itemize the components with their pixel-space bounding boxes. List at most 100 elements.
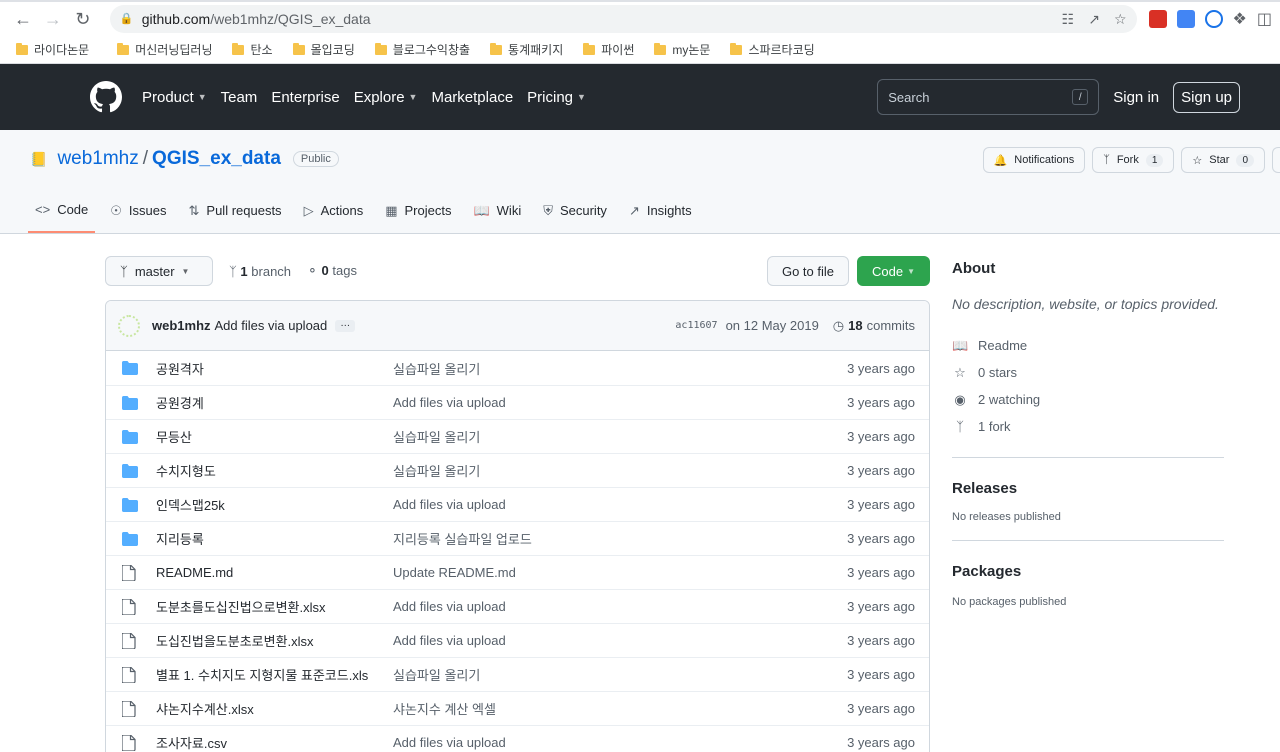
bookmark-star-icon[interactable]: ☆	[1114, 11, 1127, 28]
folder-icon	[122, 463, 140, 478]
repo-name-link[interactable]: QGIS_ex_data	[152, 148, 281, 170]
bookmark-folder[interactable]: 블로그수익창출	[367, 39, 478, 60]
file-name-link[interactable]: 샤논지수계산.xlsx	[156, 699, 393, 718]
star-dropdown-button[interactable]	[1272, 147, 1280, 173]
bookmark-label: 라이다논문	[34, 43, 90, 57]
file-commit-message[interactable]: Add files via upload	[393, 735, 847, 750]
file-commit-message[interactable]: Add files via upload	[393, 599, 847, 614]
bookmark-folder[interactable]: 라이다논문	[8, 39, 97, 60]
tab-actions[interactable]: ▷ Actions	[297, 202, 371, 233]
branch-name: master	[134, 263, 175, 279]
back-icon[interactable]: ←	[8, 4, 38, 34]
forks-link[interactable]: ᛉ 1 fork	[952, 413, 1224, 440]
file-name-link[interactable]: 별표 1. 수치지도 지형지물 표준코드.xls	[156, 665, 393, 684]
go-to-file-button[interactable]: Go to file	[766, 256, 849, 286]
avatar[interactable]	[118, 314, 140, 337]
tab-pull-requests[interactable]: ⇅ Pull requests	[182, 202, 289, 233]
bookmark-folder[interactable]: 파이썬	[575, 39, 642, 60]
search-input[interactable]: Search /	[877, 79, 1100, 115]
tab-label: Issues	[128, 203, 167, 218]
commit-author[interactable]: web1mhz	[152, 318, 211, 333]
commit-expand-button[interactable]: …	[335, 318, 356, 332]
file-name-link[interactable]: 무등산	[156, 427, 393, 446]
bookmark-folder[interactable]: 몰입코딩	[285, 39, 363, 60]
nav-enterprise[interactable]: Enterprise	[271, 89, 339, 106]
file-name-link[interactable]: 도분초를도십진법으로변환.xlsx	[156, 597, 393, 616]
file-name-link[interactable]: README.md	[156, 565, 393, 580]
share-icon[interactable]: ↗	[1088, 11, 1100, 28]
packages-title[interactable]: Packages	[952, 563, 1224, 580]
releases-title[interactable]: Releases	[952, 480, 1224, 497]
nav-pricing[interactable]: Pricing ▼	[527, 89, 586, 106]
file-age: 3 years ago	[847, 429, 915, 444]
file-name-link[interactable]: 조사자료.csv	[156, 733, 393, 752]
file-commit-message[interactable]: 실습파일 올리기	[393, 461, 847, 480]
sign-up-button[interactable]: Sign up	[1173, 81, 1240, 113]
file-commit-message[interactable]: 지리등록 실습파일 업로드	[393, 529, 847, 548]
tab-insights[interactable]: ↗ Insights	[622, 202, 699, 233]
file-commit-message[interactable]: 실습파일 올리기	[393, 427, 847, 446]
tab-code[interactable]: <> Code	[28, 202, 96, 233]
nav-product[interactable]: Product ▼	[142, 89, 207, 106]
watchers-link[interactable]: ◉ 2 watching	[952, 386, 1224, 413]
stars-link[interactable]: ☆ 0 stars	[952, 359, 1224, 386]
branches-link[interactable]: ᛉ 1 branch	[229, 264, 291, 279]
nav-label: Pricing	[527, 88, 574, 106]
side-panel-icon[interactable]: ◫	[1257, 9, 1272, 29]
file-name-link[interactable]: 공원경계	[156, 393, 393, 412]
file-name-link[interactable]: 지리등록	[156, 529, 393, 548]
commits-link[interactable]: ◷ 18 commits	[833, 318, 915, 334]
nav-team[interactable]: Team	[221, 89, 258, 106]
file-commit-message[interactable]: 실습파일 올리기	[393, 665, 847, 684]
file-commit-message[interactable]: Update README.md	[393, 565, 847, 580]
tab-label: Code	[57, 202, 89, 217]
tab-wiki[interactable]: 📖 Wiki	[466, 202, 528, 233]
file-commit-message[interactable]: 샤논지수 계산 엑셀	[393, 699, 847, 718]
sign-in-link[interactable]: Sign in	[1113, 89, 1159, 106]
bookmark-label: 머신러닝딥러닝	[135, 43, 213, 57]
file-age: 3 years ago	[847, 360, 915, 376]
bookmark-folder[interactable]: my논문	[646, 39, 718, 60]
tab-security[interactable]: ⛨ Security	[536, 202, 614, 233]
file-row: 공원경계 Add files via upload 3 years ago	[106, 385, 929, 419]
forward-icon[interactable]: →	[38, 4, 68, 34]
address-bar[interactable]: 🔒 github.com/web1mhz/QGIS_ex_data ☷ ↗ ☆	[109, 5, 1137, 33]
file-commit-message[interactable]: Add files via upload	[393, 633, 847, 648]
star-label: Star	[1209, 154, 1230, 166]
bookmark-folder[interactable]: 머신러닝딥러닝	[109, 39, 220, 60]
notifications-button[interactable]: 🔔 Notifications	[982, 147, 1086, 173]
tags-link[interactable]: ⚬ 0 tags	[307, 263, 357, 279]
extension-circle-icon[interactable]	[1204, 10, 1223, 28]
file-commit-message[interactable]: Add files via upload	[393, 497, 847, 512]
extension-translate-icon[interactable]	[1176, 10, 1195, 28]
reload-icon[interactable]: ↻	[68, 4, 98, 34]
readme-link[interactable]: 📖 Readme	[952, 332, 1224, 359]
commit-sha[interactable]: ac11607	[675, 320, 717, 331]
commit-message[interactable]: Add files via upload	[215, 318, 328, 333]
fork-button[interactable]: ᛉ Fork 1	[1092, 147, 1175, 173]
file-commit-message[interactable]: Add files via upload	[393, 395, 847, 410]
repo-owner-link[interactable]: web1mhz	[57, 148, 138, 170]
branch-selector[interactable]: ᛉ master ▼	[105, 256, 213, 286]
tab-projects[interactable]: ▦ Projects	[378, 202, 458, 233]
extensions-puzzle-icon[interactable]: ❖	[1233, 9, 1247, 29]
code-dropdown-button[interactable]: Code ▼	[857, 256, 930, 286]
folder-icon	[122, 395, 140, 410]
file-commit-message[interactable]: 실습파일 올리기	[393, 359, 847, 378]
bookmark-folder[interactable]: 탄소	[224, 39, 280, 60]
bookmark-folder[interactable]: 스파르타코딩	[722, 39, 822, 60]
star-button[interactable]: ☆ Star 0	[1181, 147, 1265, 173]
file-name-link[interactable]: 도십진법을도분초로변환.xlsx	[156, 631, 393, 650]
nav-marketplace[interactable]: Marketplace	[431, 89, 513, 106]
file-age: 3 years ago	[847, 735, 915, 750]
tab-issues[interactable]: ☉ Issues	[103, 202, 173, 233]
github-logo-icon[interactable]	[90, 81, 122, 113]
bookmark-folder[interactable]: 통계패키지	[482, 39, 571, 60]
file-name-link[interactable]: 공원격자	[156, 359, 393, 378]
file-name-link[interactable]: 인덱스맵25k	[156, 495, 393, 514]
star-count: 0	[1236, 153, 1254, 167]
extension-red-icon[interactable]	[1148, 10, 1167, 28]
file-name-link[interactable]: 수치지형도	[156, 461, 393, 480]
translate-icon[interactable]: ☷	[1062, 11, 1075, 28]
nav-explore[interactable]: Explore ▼	[354, 89, 418, 106]
